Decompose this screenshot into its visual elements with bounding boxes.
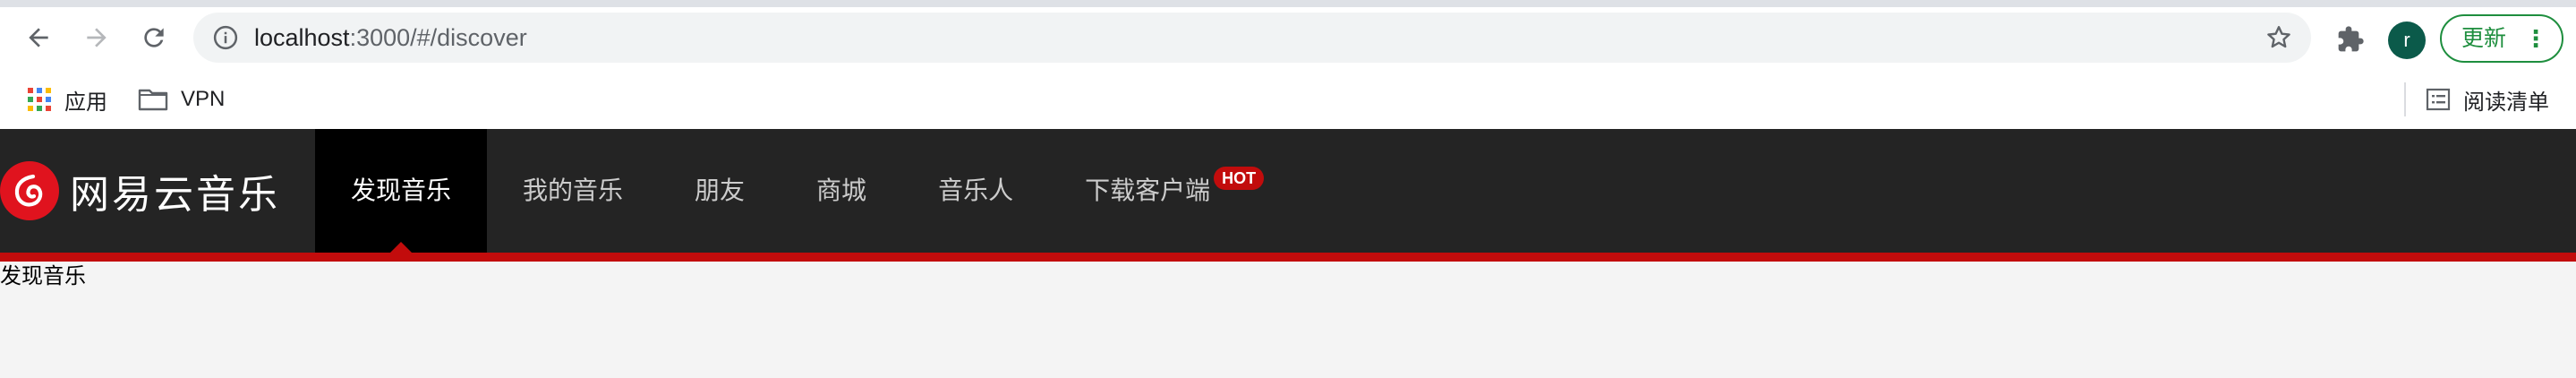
bookmark-vpn[interactable]: VPN bbox=[138, 70, 225, 129]
forward-button[interactable] bbox=[73, 14, 120, 61]
main-nav: 发现音乐 我的音乐 朋友 商城 音乐人 下载客户端 HOT bbox=[315, 129, 1265, 253]
site-info-icon[interactable] bbox=[209, 21, 242, 54]
header-red-divider bbox=[0, 253, 2576, 262]
site-header: 网易云音乐 发现音乐 我的音乐 朋友 商城 音乐人 下载客户端 HOT bbox=[0, 129, 2576, 253]
hot-badge: HOT bbox=[1214, 167, 1265, 190]
page-content-text: 发现音乐 bbox=[0, 264, 86, 288]
url-text[interactable]: localhost:3000/#/discover bbox=[254, 13, 527, 63]
nav-store-label: 商城 bbox=[816, 176, 867, 204]
browser-tab-strip bbox=[0, 0, 2576, 7]
puzzle-icon bbox=[2338, 26, 2364, 52]
nav-friends-label: 朋友 bbox=[695, 176, 746, 204]
apps-grid-icon bbox=[27, 87, 52, 112]
browser-toolbar: localhost:3000/#/discover r 更新 ⋮ bbox=[0, 7, 2576, 70]
netease-music-logo-icon bbox=[0, 161, 59, 220]
bookmark-apps-label: 应用 bbox=[64, 90, 107, 115]
url-path: :3000/#/discover bbox=[349, 24, 527, 51]
address-bar[interactable]: localhost:3000/#/discover bbox=[193, 13, 2311, 63]
url-host: localhost bbox=[254, 24, 350, 51]
back-arrow-icon bbox=[29, 28, 48, 47]
nav-store[interactable]: 商城 bbox=[780, 129, 902, 253]
profile-avatar[interactable]: r bbox=[2388, 21, 2426, 59]
nav-my-music-label: 我的音乐 bbox=[523, 176, 624, 204]
nav-download-client-label: 下载客户端 bbox=[1085, 176, 1211, 204]
nav-my-music[interactable]: 我的音乐 bbox=[487, 129, 659, 253]
forward-arrow-icon bbox=[87, 28, 107, 47]
bookmarks-divider bbox=[2404, 82, 2406, 116]
nav-discover-music[interactable]: 发现音乐 bbox=[315, 129, 488, 253]
back-button[interactable] bbox=[15, 14, 62, 61]
bookmark-vpn-label: VPN bbox=[181, 87, 226, 111]
reading-list-icon bbox=[2426, 87, 2451, 112]
site-logo[interactable]: 网易云音乐 bbox=[0, 161, 280, 220]
bookmark-apps[interactable]: 应用 bbox=[27, 70, 107, 129]
reload-icon bbox=[144, 28, 164, 47]
bookmarks-bar: 应用 VPN 阅读清单 bbox=[0, 70, 2576, 129]
reading-list-label: 阅读清单 bbox=[2463, 90, 2549, 115]
extensions-button[interactable] bbox=[2331, 20, 2370, 59]
reading-list-button[interactable]: 阅读清单 bbox=[2426, 70, 2549, 129]
reload-button[interactable] bbox=[131, 14, 177, 61]
folder-icon bbox=[138, 87, 168, 112]
site-logo-text: 网易云音乐 bbox=[70, 172, 280, 218]
nav-download-client[interactable]: 下载客户端 HOT bbox=[1049, 129, 1265, 253]
update-button[interactable]: 更新 ⋮ bbox=[2440, 14, 2563, 63]
nav-musicians-label: 音乐人 bbox=[938, 176, 1014, 204]
nav-friends[interactable]: 朋友 bbox=[659, 129, 780, 253]
bookmark-star-icon[interactable] bbox=[2261, 20, 2297, 56]
nav-discover-music-label: 发现音乐 bbox=[351, 176, 452, 204]
more-vert-icon[interactable]: ⋮ bbox=[2524, 16, 2547, 61]
active-nav-caret bbox=[390, 242, 412, 253]
update-label: 更新 bbox=[2461, 26, 2507, 51]
nav-musicians[interactable]: 音乐人 bbox=[902, 129, 1049, 253]
